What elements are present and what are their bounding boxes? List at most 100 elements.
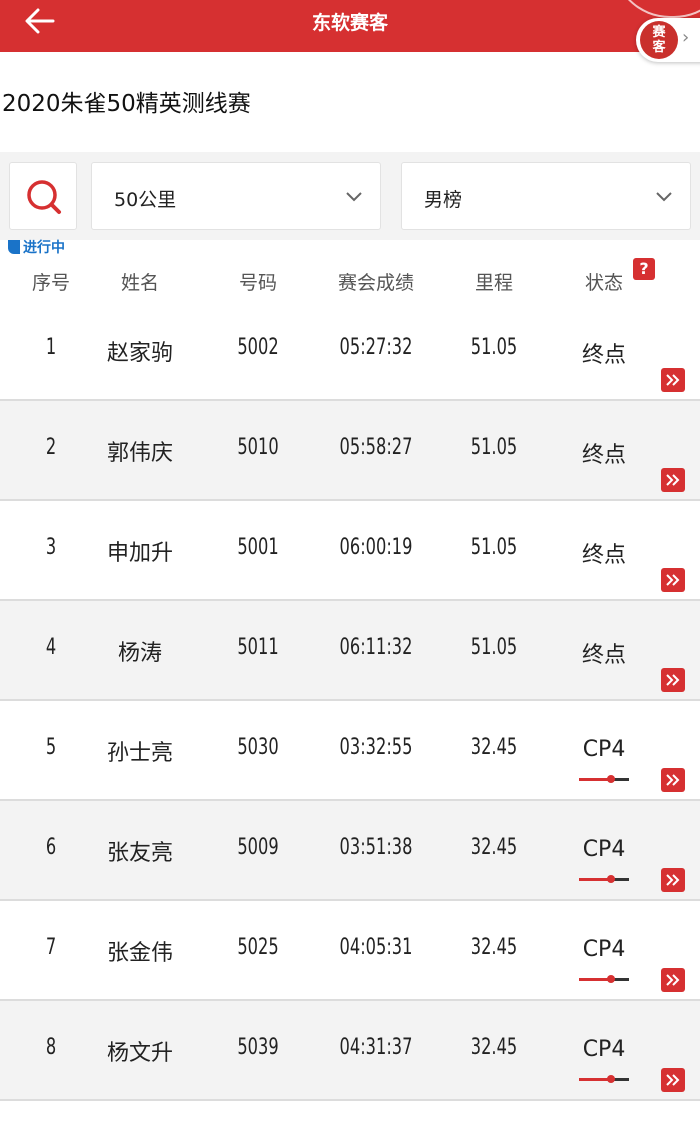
- bib-cell: 5030: [237, 735, 279, 760]
- double-chevron-right-icon: [666, 874, 680, 886]
- double-chevron-right-icon: [666, 774, 680, 786]
- column-header-rank: 序号: [31, 272, 70, 294]
- chevron-right-icon: ›: [682, 27, 690, 48]
- table-row[interactable]: 1 赵家驹 5002 05:27:32 51.05 终点: [0, 301, 700, 401]
- rank-cell: 3: [45, 535, 57, 560]
- bib-cell: 5010: [237, 435, 279, 460]
- flag-icon: [8, 240, 20, 254]
- chevron-down-icon: [346, 192, 362, 202]
- bib-cell: 5001: [237, 535, 279, 560]
- column-header-time: 赛会成绩: [337, 272, 414, 294]
- app-title: 东软赛客: [311, 12, 388, 34]
- distance-cell: 51.05: [470, 335, 518, 360]
- bib-cell: 5011: [237, 635, 279, 660]
- top-bar: 东软赛客: [0, 0, 700, 52]
- rank-cell: 7: [45, 935, 57, 960]
- progress-knob: [607, 975, 615, 983]
- brand-shortcut-button[interactable]: 赛客 ›: [636, 18, 700, 62]
- bib-cell: 5039: [237, 1035, 279, 1060]
- name-cell: 张金伟: [106, 941, 173, 966]
- progress-bar: [579, 1075, 629, 1083]
- name-cell: 申加升: [106, 541, 173, 566]
- table-row[interactable]: 4 杨涛 5011 06:11:32 51.05 终点: [0, 601, 700, 701]
- distance-cell: 32.45: [470, 1035, 518, 1060]
- bib-cell: 5002: [237, 335, 279, 360]
- table-row[interactable]: 8 杨文升 5039 04:31:37 32.45 CP4: [0, 1001, 700, 1101]
- double-chevron-right-icon: [666, 1074, 680, 1086]
- name-cell: 杨涛: [117, 641, 162, 666]
- progress-bar: [579, 775, 629, 783]
- distance-cell: 32.45: [470, 935, 518, 960]
- column-header-name: 姓名: [120, 272, 159, 294]
- row-detail-button[interactable]: [661, 468, 685, 492]
- time-cell: 03:51:38: [339, 835, 413, 860]
- distance-cell: 51.05: [470, 435, 518, 460]
- progress-bar: [579, 975, 629, 983]
- name-cell: 张友亮: [106, 841, 173, 866]
- table-row[interactable]: 6 张友亮 5009 03:51:38 32.45 CP4: [0, 801, 700, 901]
- search-icon: [27, 180, 61, 214]
- row-detail-button[interactable]: [661, 368, 685, 392]
- rank-cell: 4: [45, 635, 57, 660]
- event-title: 2020朱雀50精英测线赛: [2, 91, 251, 117]
- time-cell: 06:00:19: [339, 535, 413, 560]
- time-cell: 06:11:32: [339, 635, 413, 660]
- double-chevron-right-icon: [666, 574, 680, 586]
- column-header-distance: 里程: [474, 272, 513, 294]
- status-cell: CP4: [582, 737, 626, 762]
- name-cell: 杨文升: [106, 1041, 173, 1066]
- table-row[interactable]: 5 孙士亮 5030 03:32:55 32.45 CP4: [0, 701, 700, 801]
- race-status-tag: 进行中: [8, 237, 65, 257]
- rank-cell: 8: [45, 1035, 57, 1060]
- row-detail-button[interactable]: [661, 968, 685, 992]
- status-cell: 终点: [581, 643, 626, 668]
- column-header-bib: 号码: [238, 272, 277, 294]
- progress-bar: [579, 875, 629, 883]
- name-cell: 赵家驹: [106, 341, 173, 366]
- double-chevron-right-icon: [666, 374, 680, 386]
- row-detail-button[interactable]: [661, 868, 685, 892]
- time-cell: 05:58:27: [339, 435, 413, 460]
- name-cell: 孙士亮: [106, 741, 173, 766]
- status-cell: 终点: [581, 443, 626, 468]
- row-detail-button[interactable]: [661, 1068, 685, 1092]
- help-icon[interactable]: ?: [633, 258, 655, 280]
- progress-knob: [607, 1075, 615, 1083]
- name-cell: 郭伟庆: [106, 441, 173, 466]
- status-cell: CP4: [582, 937, 626, 962]
- gender-select[interactable]: 男榜: [401, 162, 691, 230]
- distance-cell: 51.05: [470, 635, 518, 660]
- search-button[interactable]: [9, 162, 77, 230]
- time-cell: 04:05:31: [339, 935, 413, 960]
- rank-cell: 2: [45, 435, 57, 460]
- distance-cell: 32.45: [470, 735, 518, 760]
- gender-select-value: 男榜: [424, 189, 463, 211]
- double-chevron-right-icon: [666, 674, 680, 686]
- status-cell: 终点: [581, 343, 626, 368]
- table-header: 序号 姓名 号码 赛会成绩 里程 状态: [0, 262, 700, 298]
- rank-cell: 6: [45, 835, 57, 860]
- row-detail-button[interactable]: [661, 568, 685, 592]
- double-chevron-right-icon: [666, 974, 680, 986]
- progress-knob: [607, 875, 615, 883]
- row-detail-button[interactable]: [661, 668, 685, 692]
- table-row[interactable]: 7 张金伟 5025 04:05:31 32.45 CP4: [0, 901, 700, 1001]
- bib-cell: 5009: [237, 835, 279, 860]
- progress-knob: [607, 775, 615, 783]
- bib-cell: 5025: [237, 935, 279, 960]
- rank-cell: 5: [45, 735, 57, 760]
- time-cell: 05:27:32: [339, 335, 413, 360]
- distance-cell: 51.05: [470, 535, 518, 560]
- row-detail-button[interactable]: [661, 768, 685, 792]
- rank-cell: 1: [45, 335, 57, 360]
- distance-select[interactable]: 50公里: [91, 162, 381, 230]
- status-cell: CP4: [582, 837, 626, 862]
- table-row[interactable]: 3 申加升 5001 06:00:19 51.05 终点: [0, 501, 700, 601]
- time-cell: 03:32:55: [339, 735, 413, 760]
- time-cell: 04:31:37: [339, 1035, 413, 1060]
- distance-cell: 32.45: [470, 835, 518, 860]
- table-row[interactable]: 2 郭伟庆 5010 05:58:27 51.05 终点: [0, 401, 700, 501]
- status-cell: CP4: [582, 1037, 626, 1062]
- chevron-down-icon: [656, 192, 672, 202]
- brand-logo: 赛客: [640, 21, 678, 59]
